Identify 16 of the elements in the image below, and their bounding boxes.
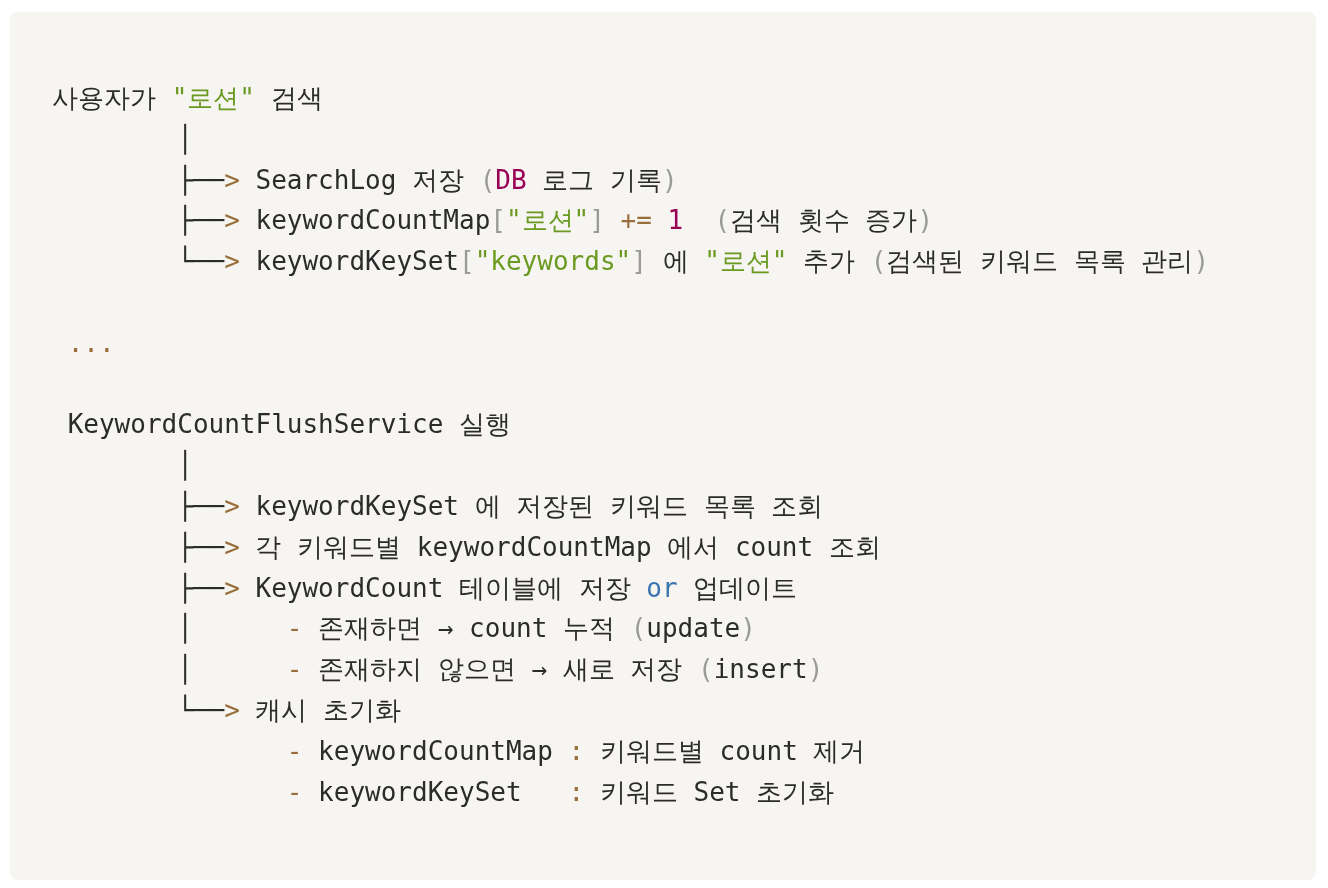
code-line: ├──> keywordKeySet 에 저장된 키워드 목록 조회	[176, 489, 824, 524]
code-line: 사용자가 "로션" 검색	[52, 82, 323, 115]
code-line: KeywordCountFlushService 실행	[66, 408, 511, 442]
code-line: ├──> KeywordCount 테이블에 저장 or 업데이트	[176, 571, 798, 606]
code-line: │ - 존재하지 않으면 → 새로 저장 (insert)	[176, 652, 824, 687]
code-line: ├──> 각 키워드별 keywordCountMap 에서 count 조회	[176, 530, 881, 565]
code-line: ├──> keywordCountMap["로션"] += 1 (검색 횟수 증가)	[176, 203, 934, 238]
code-line: └──> keywordKeySet["keywords"] 에 "로션" 추가 (검색된 키워드 목록 관리)	[176, 244, 1210, 279]
code-line: └──> 캐시 초기화	[176, 693, 402, 727]
code-line: ...	[66, 326, 115, 360]
code-line: - keywordKeySet : 키워드 Set 초기화	[285, 775, 835, 809]
code-line: ├──> SearchLog 저장 (DB 로그 기록)	[176, 163, 678, 198]
code-line: │ - 존재하면 → count 누적 (update)	[176, 611, 756, 646]
code-line: - keywordCountMap : 키워드별 count 제거	[285, 734, 866, 768]
code-line: │	[176, 122, 193, 157]
code-line: │	[176, 448, 193, 483]
